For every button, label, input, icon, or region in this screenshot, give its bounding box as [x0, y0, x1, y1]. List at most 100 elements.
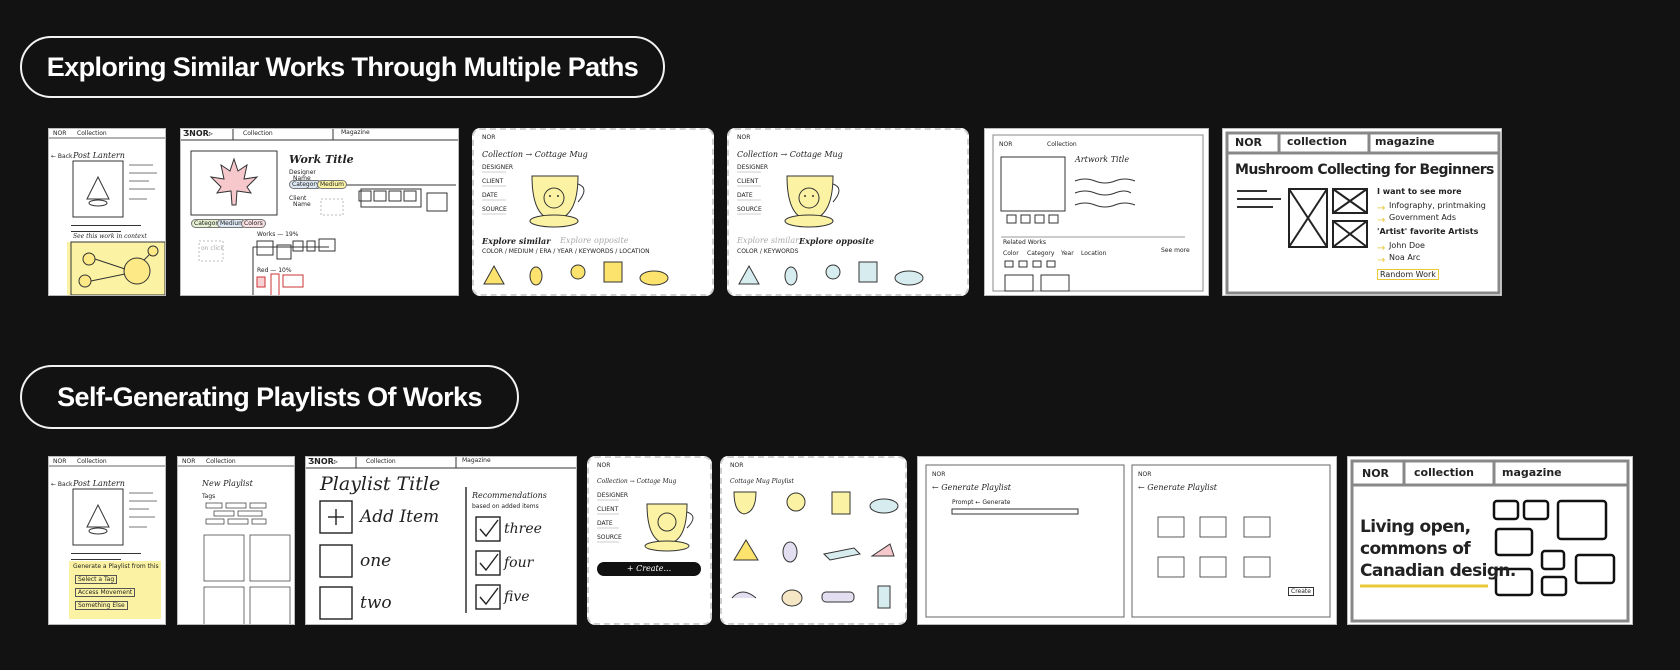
logo: NOR [53, 458, 67, 465]
svg-text:→: → [1377, 215, 1385, 226]
see-more-link[interactable]: See more [1161, 247, 1190, 254]
work-title: Post Lantern [73, 151, 125, 160]
sketch-card-related-works[interactable]: NOR Collection Artwork Title Related Wor… [984, 128, 1209, 296]
playlist-title: New Playlist [202, 479, 253, 488]
movement-button[interactable]: Access Movement [75, 588, 136, 597]
nav-collection[interactable]: collection [1414, 466, 1474, 479]
field-client: CLIENT [482, 178, 504, 185]
facet-list[interactable]: COLOR / KEYWORDS [737, 248, 798, 255]
explore-similar-link[interactable]: Explore similar [737, 236, 799, 245]
sketch-card-playlist-editor[interactable]: ƷNOR▹ Collection Magazine Playlist Title… [305, 456, 577, 625]
sketch-card-explore-similar[interactable]: NOR Collection → Cottage Mug DESIGNER CL… [472, 128, 714, 296]
logo: NOR [182, 458, 196, 465]
section-title-playlists: Self-Generating Playlists Of Works [20, 365, 519, 429]
context-link[interactable]: See this work in context [73, 233, 147, 240]
logo: NOR [737, 134, 751, 141]
sketch-card-work-title[interactable]: ƷNOR▹ Collection Magazine Work Title Des… [180, 128, 459, 296]
svg-text:→: → [1377, 255, 1385, 266]
explore-opposite-link[interactable]: Explore opposite [799, 236, 874, 246]
sketch-card-commons-homepage[interactable]: NOR collection magazine Living open, com… [1347, 456, 1633, 625]
playlist-item-2[interactable]: two [360, 593, 392, 613]
field-date: DATE [597, 520, 613, 527]
generate-heading-2[interactable]: ← Generate Playlist [1138, 483, 1217, 492]
nav-magazine[interactable]: magazine [1502, 466, 1562, 479]
work-title: Post Lantern [73, 479, 125, 488]
select-tag-button[interactable]: Select a Tag [75, 575, 118, 584]
create-button[interactable]: Create [1288, 587, 1314, 596]
favorite-artists-label: 'Artist' favorite Artists [1377, 227, 1479, 236]
something-else-button[interactable]: Something Else [75, 601, 128, 610]
headline-line-1: Living open, [1360, 517, 1471, 537]
field-date: DATE [482, 192, 498, 199]
field-designer: DESIGNER [482, 164, 514, 171]
explore-similar-link[interactable]: Explore similar [482, 236, 550, 246]
nav-magazine[interactable]: magazine [1375, 135, 1435, 148]
sketch-card-mushroom-magazine[interactable]: → → → → NOR collection magazine Mushroom Co… [1222, 128, 1502, 296]
playlist-title: Playlist Title [320, 473, 441, 495]
breadcrumb[interactable]: Collection → Cottage Mug [597, 478, 676, 485]
nav-collection[interactable]: Collection [77, 130, 107, 137]
back-link[interactable]: ← Back [51, 481, 73, 488]
artist-2[interactable]: Noa Arc [1389, 253, 1420, 262]
back-link[interactable]: ← Back [51, 153, 73, 160]
breadcrumb[interactable]: Collection → Cottage Mug [737, 150, 843, 159]
rec-item-1[interactable]: three [504, 521, 542, 537]
nav-collection[interactable]: Collection [206, 458, 236, 465]
article-heading: Mushroom Collecting for Beginners [1235, 162, 1494, 178]
explore-opposite-link[interactable]: Explore opposite [560, 236, 628, 245]
nav-collection[interactable]: Collection [77, 458, 107, 465]
filter-location[interactable]: Location [1081, 250, 1106, 257]
chip-medium[interactable]: Medium [317, 180, 347, 189]
field-date: DATE [737, 192, 753, 199]
field-designer: DESIGNER [597, 492, 629, 499]
nav-magazine[interactable]: Magazine [462, 457, 491, 464]
generate-heading[interactable]: ← Generate Playlist [932, 483, 1011, 492]
nav-collection[interactable]: Collection [366, 458, 396, 465]
rec-item-3[interactable]: five [504, 589, 530, 605]
logo: NOR [53, 130, 67, 137]
want-item-2[interactable]: Government Ads [1389, 213, 1456, 222]
works-label: Works — 19% [257, 231, 299, 238]
playlist-item-1[interactable]: one [360, 551, 391, 571]
chip-colors[interactable]: Colors [241, 219, 266, 228]
logo: NOR [932, 471, 946, 478]
breadcrumb[interactable]: Collection → Cottage Mug [482, 150, 588, 159]
sketch-card-generate-prompt[interactable]: NOR ← Generate Playlist Prompt ← Generat… [917, 456, 1337, 625]
want-item-1[interactable]: Infography, printmaking [1389, 201, 1486, 210]
field-client: CLIENT [737, 178, 759, 185]
prompt-field[interactable]: Prompt ← Generate [952, 499, 1010, 506]
sketch-card-mug-playlist[interactable]: NOR Cottage Mug Playlist [720, 456, 907, 625]
svg-text:→: → [1377, 203, 1385, 214]
filter-color[interactable]: Color [1003, 250, 1019, 257]
generate-label: Generate a Playlist from this [73, 563, 159, 570]
field-source: SOURCE [597, 534, 622, 541]
wireframe-drawing: →→→→ [1225, 131, 1501, 295]
sketch-card-explore-opposite[interactable]: NOR Collection → Cottage Mug DESIGNER CL… [727, 128, 969, 296]
filter-category[interactable]: Category [1027, 250, 1054, 257]
sketch-card-create-playlist[interactable]: NOR Collection → Cottage Mug DESIGNER CL… [587, 456, 712, 625]
artist-1[interactable]: John Doe [1389, 241, 1425, 250]
field-source: SOURCE [737, 206, 762, 213]
headline-line-3: Canadian design. [1360, 561, 1516, 581]
playlist-title: Cottage Mug Playlist [730, 478, 794, 485]
filter-year[interactable]: Year [1061, 250, 1074, 257]
related-works-heading: Related Works [1003, 239, 1047, 246]
logo: ƷNOR▹ [183, 129, 213, 138]
add-item-button[interactable]: Add Item [360, 507, 439, 527]
work-title: Work Title [289, 153, 354, 166]
field-designer: DESIGNER [737, 164, 769, 171]
logo: NOR [1138, 471, 1152, 478]
nav-magazine[interactable]: Magazine [341, 129, 370, 136]
artwork-title: Artwork Title [1075, 155, 1130, 164]
random-work-button[interactable]: Random Work [1377, 269, 1439, 280]
sketch-card-new-playlist[interactable]: NOR Collection New Playlist Tags [177, 456, 295, 625]
rec-item-2[interactable]: four [504, 555, 533, 571]
create-button[interactable]: + Create... [597, 562, 701, 576]
nav-collection[interactable]: collection [1287, 135, 1347, 148]
sketch-card-generate-playlist[interactable]: NOR Collection ← Back Post Lantern Gener… [48, 456, 166, 625]
svg-text:→: → [1377, 243, 1385, 254]
nav-collection[interactable]: Collection [1047, 141, 1077, 148]
facet-list[interactable]: COLOR / MEDIUM / ERA / YEAR / KEYWORDS /… [482, 248, 650, 255]
nav-collection[interactable]: Collection [243, 130, 273, 137]
sketch-card-work-detail[interactable]: NOR Collection ← Back Post Lantern See t… [48, 128, 166, 296]
